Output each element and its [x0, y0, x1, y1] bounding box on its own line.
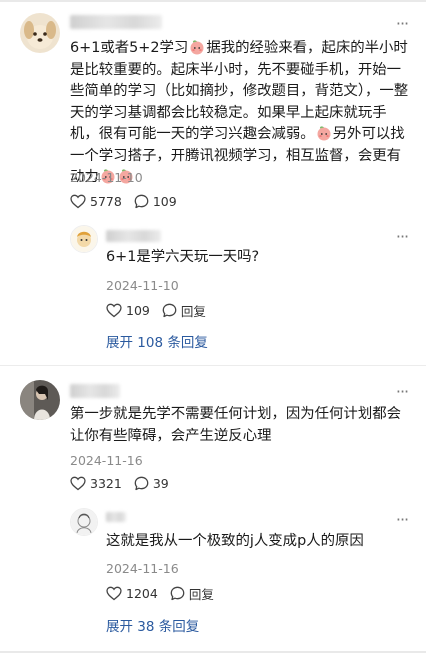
comment-icon	[134, 476, 149, 491]
heart-icon	[70, 194, 86, 209]
reply-count: 109	[152, 194, 177, 209]
expand-replies-link[interactable]: 展开 38 条回复	[106, 615, 199, 635]
comment-icon	[162, 303, 177, 318]
comment-actions: 5778 109	[70, 194, 189, 209]
reply-count-button[interactable]: 39	[134, 476, 169, 491]
avatar[interactable]	[20, 13, 60, 53]
top-edge	[0, 0, 426, 2]
person-avatar-icon	[20, 380, 60, 420]
heart-icon	[106, 586, 122, 601]
more-icon[interactable]: ···	[392, 16, 412, 32]
reply-actions: 109 回复	[106, 301, 218, 320]
reply-button[interactable]: 回复	[170, 584, 214, 603]
like-button[interactable]: 3321	[70, 476, 122, 491]
reply-text: 6+1是学六天玩一天吗?	[106, 249, 260, 265]
reply-count: 39	[152, 476, 169, 491]
comment-date: 2024-11-10	[70, 170, 143, 185]
cartoon-avatar-icon	[71, 226, 97, 252]
reply-avatar[interactable]	[70, 508, 98, 536]
like-button[interactable]: 5778	[70, 194, 122, 209]
like-count: 1204	[126, 586, 158, 601]
sketch-avatar-icon	[71, 509, 97, 535]
dog-avatar-icon	[20, 13, 60, 53]
username-redacted	[70, 15, 162, 29]
peach-face-emoji-icon	[316, 125, 332, 141]
comment-icon	[170, 586, 185, 601]
reply-actions: 1204 回复	[106, 584, 226, 603]
reply-username-redacted	[106, 512, 126, 522]
reply-label: 回复	[188, 587, 214, 602]
heart-icon	[70, 476, 86, 491]
more-icon[interactable]: ···	[392, 229, 412, 245]
comment-divider	[0, 365, 426, 366]
reply-text: 这就是我从一个极致的j人变成p人的原因	[106, 533, 364, 549]
heart-icon	[106, 303, 122, 318]
expand-replies-link[interactable]: 展开 108 条回复	[106, 331, 208, 351]
like-count: 3321	[90, 476, 122, 491]
reply-username-redacted	[106, 230, 161, 242]
peach-face-emoji-icon	[189, 39, 205, 55]
more-icon[interactable]: ···	[392, 384, 412, 400]
like-button[interactable]: 1204	[106, 586, 158, 601]
reply-avatar[interactable]	[70, 225, 98, 253]
comment-icon	[134, 194, 149, 209]
reply-date: 2024-11-16	[106, 561, 179, 576]
like-button[interactable]: 109	[106, 303, 150, 318]
comment-text: 6+1或者5+2学习 据我的经验来看，起床的半小时是比较重要的。起床半小时，先不要…	[70, 39, 409, 185]
bottom-edge	[0, 651, 426, 653]
more-icon[interactable]: ···	[392, 512, 412, 528]
avatar[interactable]	[20, 380, 60, 420]
comment-date: 2024-11-16	[70, 453, 143, 468]
comment-actions: 3321 39	[70, 476, 181, 491]
reply-date: 2024-11-10	[106, 278, 179, 293]
comment-text: 第一步就是先学不需要任何计划，因为任何计划都会让你有些障碍，会产生逆反心理	[70, 406, 401, 444]
like-count: 109	[126, 303, 150, 318]
reply-count-button[interactable]: 109	[134, 194, 177, 209]
username-redacted	[70, 384, 120, 398]
like-count: 5778	[90, 194, 122, 209]
reply-button[interactable]: 回复	[162, 301, 206, 320]
reply-label: 回复	[180, 304, 206, 319]
